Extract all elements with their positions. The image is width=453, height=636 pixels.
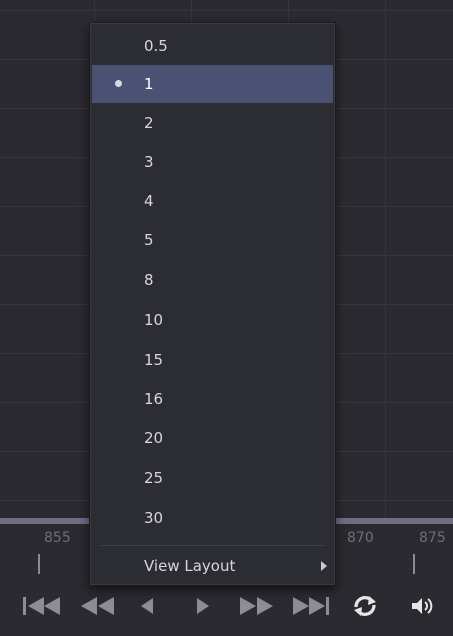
menu-item-label: 0.5 <box>144 37 168 55</box>
ruler-tick <box>413 554 415 574</box>
go-to-start-icon[interactable] <box>22 594 66 618</box>
menu-item-label: 20 <box>144 429 164 447</box>
menu-item-16[interactable]: 16 <box>92 380 333 418</box>
volume-icon[interactable] <box>410 594 436 618</box>
fast-forward-icon[interactable] <box>237 594 277 618</box>
menu-item-label: 5 <box>144 231 154 249</box>
menu-item-8[interactable]: 8 <box>92 261 333 299</box>
menu-item-label: 10 <box>144 311 164 329</box>
menu-item-4[interactable]: 4 <box>92 182 333 220</box>
ruler-label-875: 875 <box>419 530 446 546</box>
menu-item-20[interactable]: 20 <box>92 419 333 457</box>
play-icon[interactable] <box>194 594 212 618</box>
loop-icon[interactable] <box>352 594 378 618</box>
selected-dot-icon <box>115 80 122 87</box>
menu-item-label: 30 <box>144 509 164 527</box>
menu-item-1[interactable]: 1 <box>92 65 333 103</box>
frame-step-dropdown-menu: 0.5 1 2 3 4 5 8 10 15 16 20 25 30 View L… <box>89 22 336 586</box>
menu-item-25[interactable]: 25 <box>92 459 333 497</box>
step-back-icon[interactable] <box>138 594 156 618</box>
submenu-arrow-icon <box>321 561 327 571</box>
menu-item-label: 25 <box>144 469 164 487</box>
rewind-icon[interactable] <box>78 594 118 618</box>
menu-item-0-5[interactable]: 0.5 <box>92 27 333 65</box>
menu-item-3[interactable]: 3 <box>92 143 333 181</box>
menu-item-10[interactable]: 10 <box>92 301 333 339</box>
menu-item-label: 4 <box>144 192 154 210</box>
menu-item-label: 1 <box>144 75 154 93</box>
menu-item-2[interactable]: 2 <box>92 104 333 142</box>
menu-item-15[interactable]: 15 <box>92 341 333 379</box>
menu-item-label: 16 <box>144 390 164 408</box>
menu-item-30[interactable]: 30 <box>92 499 333 537</box>
menu-item-label: 2 <box>144 114 154 132</box>
go-to-end-icon[interactable] <box>287 594 331 618</box>
menu-separator <box>100 545 325 546</box>
ruler-tick <box>38 554 40 574</box>
menu-item-5[interactable]: 5 <box>92 221 333 259</box>
menu-item-label: 3 <box>144 153 154 171</box>
transport-controls <box>0 580 453 636</box>
menu-item-label: 8 <box>144 271 154 289</box>
menu-item-label: View Layout <box>144 557 236 575</box>
menu-item-label: 15 <box>144 351 164 369</box>
ruler-label-855: 855 <box>44 530 71 546</box>
ruler-label-870: 870 <box>347 530 374 546</box>
menu-item-view-layout[interactable]: View Layout <box>92 547 333 585</box>
